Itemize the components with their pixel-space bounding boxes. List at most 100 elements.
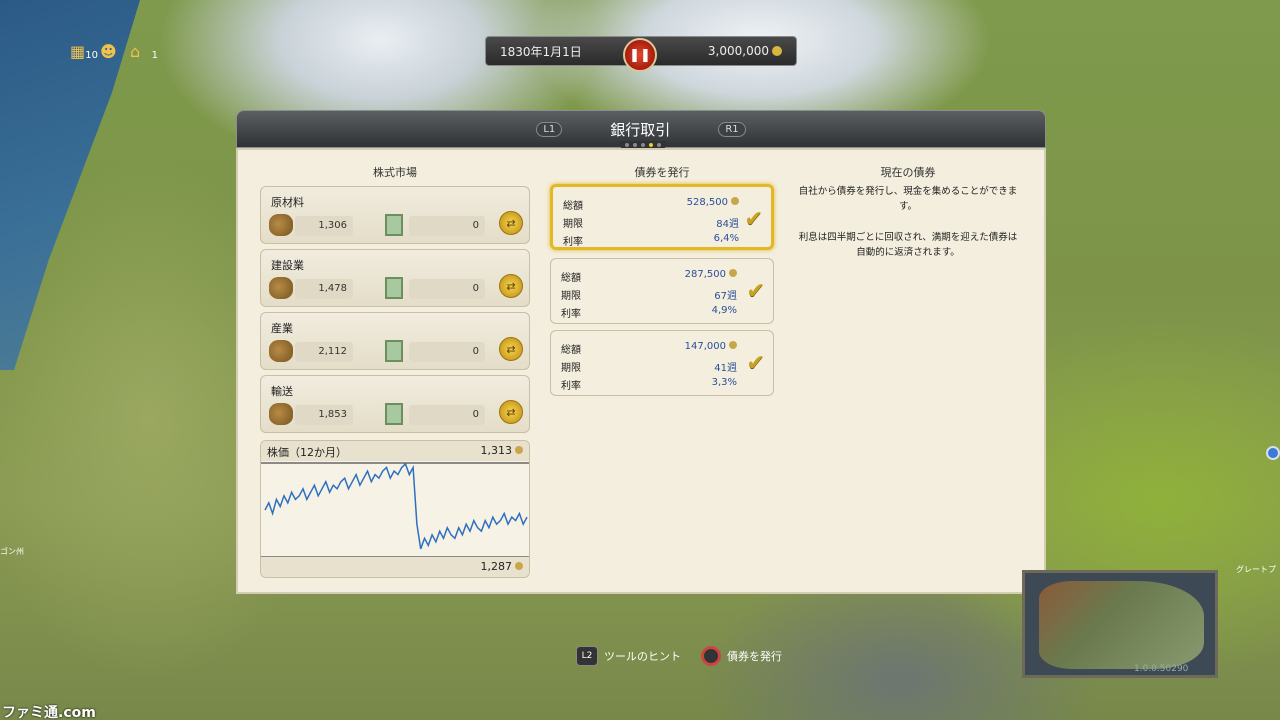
bond-total-row: 総額 147,000	[561, 341, 737, 356]
stock-value: 2,112	[318, 346, 347, 357]
map-region-label: ゴン州	[0, 547, 24, 556]
total-label: 総額	[561, 273, 581, 284]
window-title: 銀行取引	[610, 120, 671, 139]
sector-name: 建設業	[271, 259, 304, 272]
stock-card: 輸送 1,853 0 ⇄	[260, 375, 530, 433]
total-label: 総額	[563, 201, 583, 212]
stock-card: 原材料 1,306 0 ⇄	[260, 186, 530, 244]
checkmark-icon: ✔	[746, 351, 765, 376]
bond-term-row: 期限 67週	[561, 287, 737, 302]
page-dot-active[interactable]	[649, 143, 653, 147]
stock-market-title: 株式市場	[373, 166, 417, 179]
bond-term-row: 期限 84週	[563, 215, 739, 230]
watermark-logo: ファミ通.com	[2, 705, 96, 720]
coins-icon	[269, 277, 293, 299]
coins-icon	[269, 403, 293, 425]
checkmark-icon: ✔	[746, 279, 765, 304]
tool-hint-label: ツールのヒント	[604, 650, 681, 663]
chart-plot	[261, 462, 529, 558]
coin-icon	[729, 341, 737, 349]
chart-title: 株価（12か月）	[267, 446, 347, 459]
rate-value: 3,3%	[711, 377, 737, 388]
l2-button-icon[interactable]: L2	[576, 646, 598, 666]
warehouse-count: 10	[85, 50, 98, 61]
pause-button[interactable]: ❚❚	[623, 38, 657, 72]
trade-button[interactable]: ⇄	[499, 274, 523, 298]
total-amount: 528,500	[686, 197, 728, 208]
page-dot[interactable]	[625, 143, 629, 147]
share-certificate-icon	[385, 214, 403, 236]
warehouse-icon[interactable]: ▦ 10	[70, 42, 98, 62]
current-bonds-desc-2: 利息は四半期ごとに回収され、満期を迎えた債券は自動的に返済されます。	[798, 232, 1018, 258]
bond-total-row: 総額 287,500	[561, 269, 737, 284]
game-date: 1830年1月1日	[500, 44, 582, 59]
building-count: 1	[151, 50, 158, 61]
term-value: 41週	[714, 363, 737, 374]
share-certificate-icon	[385, 340, 403, 362]
minimap-land	[1039, 581, 1204, 669]
page-dot[interactable]	[657, 143, 661, 147]
total-amount: 287,500	[684, 269, 726, 280]
trade-button[interactable]: ⇄	[499, 337, 523, 361]
total-value: 287,500	[685, 269, 737, 284]
next-tab-button[interactable]: R1	[718, 121, 746, 137]
total-value: 528,500	[687, 197, 739, 212]
chart-footer: 1,287	[261, 557, 529, 577]
rate-label: 利率	[561, 381, 581, 392]
total-amount: 147,000	[684, 341, 726, 352]
coin-icon	[729, 269, 737, 277]
term-value: 67週	[714, 291, 737, 302]
share-certificate-icon	[385, 403, 403, 425]
term-label: 期限	[563, 219, 583, 230]
shares-owned: 0	[472, 283, 479, 294]
page-dot[interactable]	[641, 143, 645, 147]
bond-rate-row: 利率 3,3%	[561, 377, 737, 392]
bond-term-row: 期限 41週	[561, 359, 737, 374]
money-value: 3,000,000	[707, 44, 769, 58]
minimap[interactable]	[1022, 570, 1218, 678]
current-bonds-title: 現在の債券	[880, 166, 936, 179]
map-city-label: グレートプ	[1236, 565, 1276, 574]
coins-icon	[269, 340, 293, 362]
coin-icon	[515, 446, 523, 454]
window-body: 株式市場 原材料 1,306 0 ⇄ 建設業 1,478 0 ⇄ 産業 2,11…	[236, 148, 1046, 594]
coins-icon	[269, 214, 293, 236]
sector-name: 産業	[271, 322, 293, 335]
chart-max-value: 1,313	[480, 444, 513, 457]
people-icon[interactable]: ☻	[100, 42, 122, 62]
rate-value: 4,9%	[711, 305, 737, 316]
issue-bond-hint-label: 債券を発行	[727, 650, 782, 663]
stock-value: 1,478	[318, 283, 347, 294]
bank-window: L1 銀行取引 R1 株式市場 原材料 1,306 0 ⇄ 建設業 1,478	[236, 110, 1046, 594]
trade-button[interactable]: ⇄	[499, 400, 523, 424]
coin-icon	[731, 197, 739, 205]
sector-name: 原材料	[271, 196, 304, 209]
map-marker[interactable]	[1266, 446, 1280, 460]
bond-option-3[interactable]: 総額 147,000 期限 41週 利率 3,3% ✔	[550, 330, 774, 396]
stock-value: 1,306	[318, 220, 347, 231]
term-label: 期限	[561, 363, 581, 374]
hud-icons: ▦ 10 ☻ ⌂ 1	[70, 42, 158, 62]
bond-option-2[interactable]: 総額 287,500 期限 67週 利率 4,9% ✔	[550, 258, 774, 324]
sector-name: 輸送	[271, 385, 293, 398]
chart-header: 株価（12か月） 1,313	[261, 441, 529, 461]
page-dot[interactable]	[633, 143, 637, 147]
current-bonds-desc-1: 自社から債券を発行し、現金を集めることができます。	[798, 186, 1018, 212]
term-label: 期限	[561, 291, 581, 302]
price-series-line	[264, 462, 528, 550]
shares-owned: 0	[472, 220, 479, 231]
bond-total-row: 総額 528,500	[563, 197, 739, 212]
coin-icon	[515, 562, 523, 570]
stock-card: 建設業 1,478 0 ⇄	[260, 249, 530, 307]
shares-owned: 0	[472, 346, 479, 357]
chart-min: 1,287	[481, 560, 523, 573]
bond-option-1[interactable]: 総額 528,500 期限 84週 利率 6,4% ✔	[550, 184, 774, 250]
trade-button[interactable]: ⇄	[499, 211, 523, 235]
building-icon[interactable]: ⌂ 1	[130, 42, 158, 62]
coin-icon	[772, 46, 782, 56]
stock-card: 産業 2,112 0 ⇄	[260, 312, 530, 370]
circle-button-icon[interactable]	[701, 646, 721, 666]
share-certificate-icon	[385, 277, 403, 299]
prev-tab-button[interactable]: L1	[536, 121, 563, 137]
money-display: 3,000,000	[708, 44, 782, 58]
